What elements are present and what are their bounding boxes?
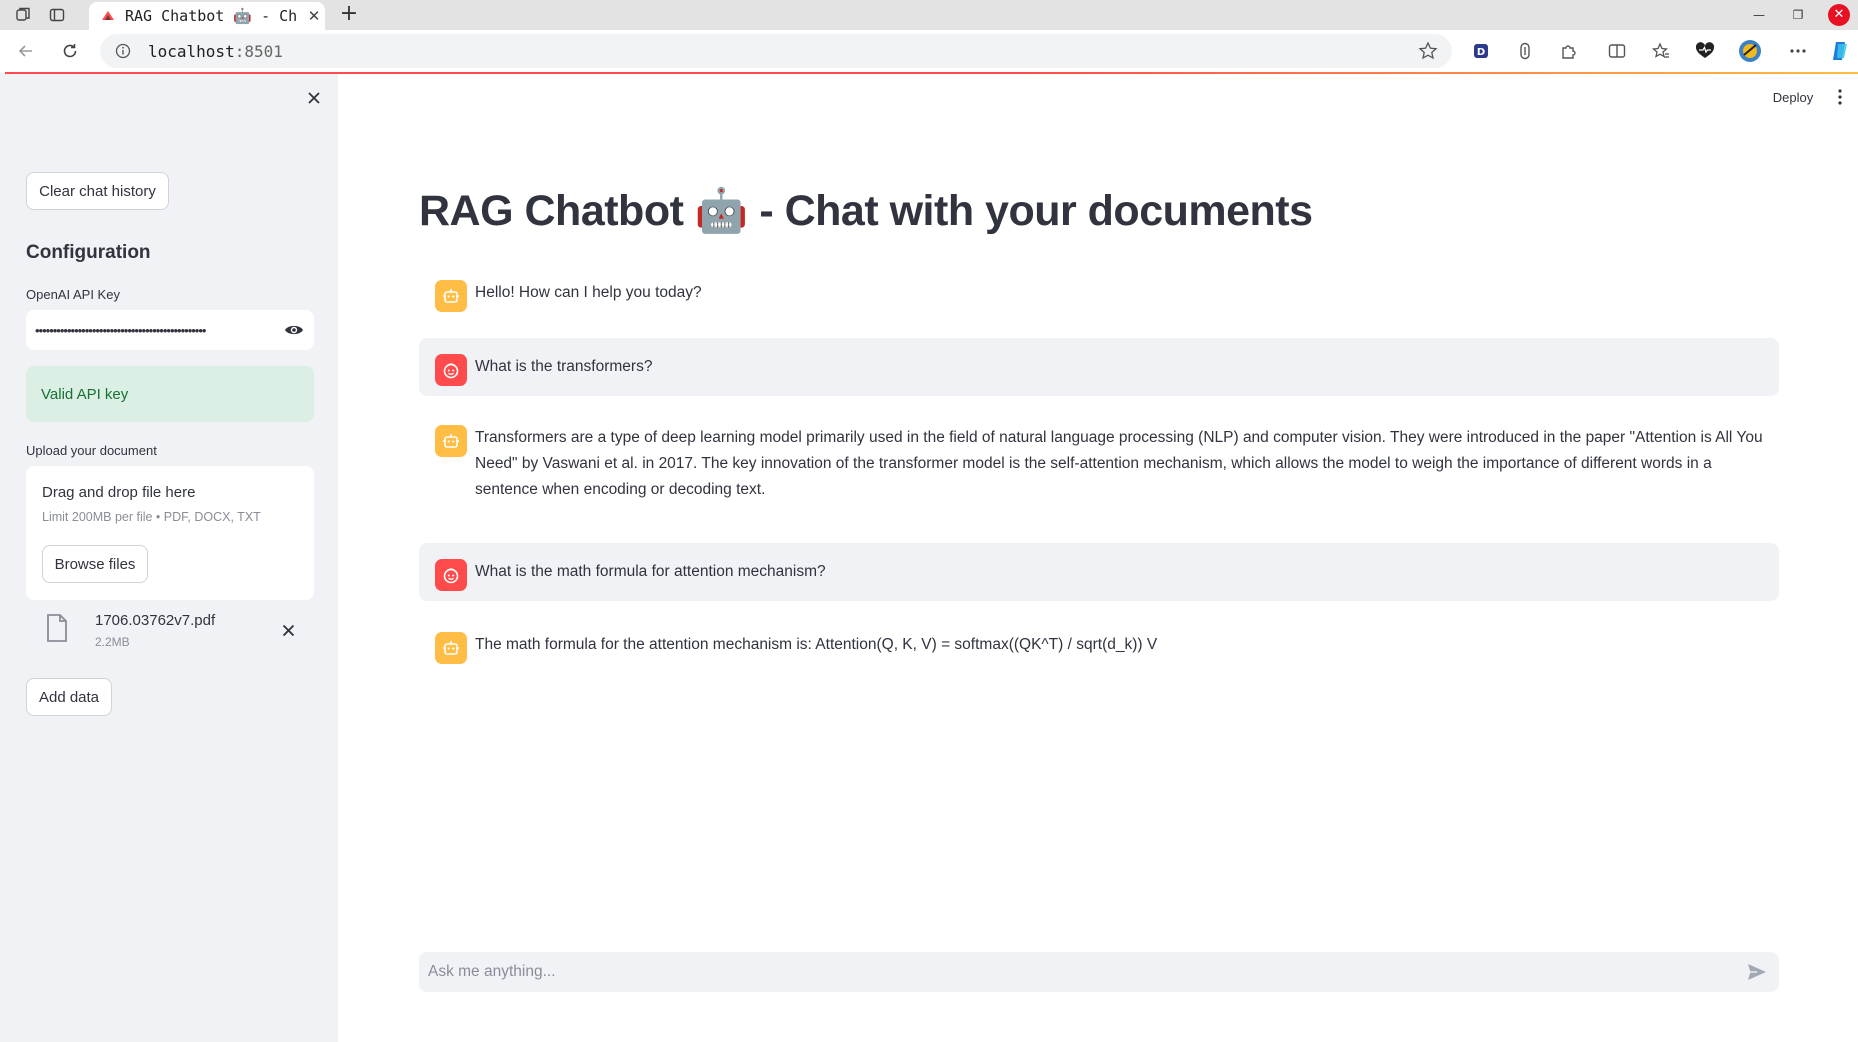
remove-file-icon[interactable] (276, 618, 300, 642)
chat-message-assistant: The math formula for the attention mecha… (419, 616, 1779, 674)
chat-input-container (419, 952, 1779, 992)
main-menu-icon[interactable] (1828, 84, 1852, 110)
browser-tab-active[interactable]: RAG Chatbot 🤖 - Ch ✕ (89, 2, 325, 30)
chat-message-user: What is the math formula for attention m… (419, 543, 1779, 601)
url-host: localhost (148, 41, 235, 61)
message-text: Transformers are a type of deep learning… (475, 429, 1763, 498)
chat-message-assistant: Hello! How can I help you today? (419, 264, 1779, 322)
message-text: Hello! How can I help you today? (475, 284, 702, 301)
assistant-avatar-icon (435, 280, 467, 312)
configuration-heading: Configuration (26, 242, 151, 263)
restore-icon[interactable]: ❐ (1784, 3, 1812, 27)
api-key-input[interactable]: ••••••••••••••••••••••••••••••••••••••••… (26, 310, 314, 350)
add-data-button[interactable]: Add data (26, 678, 112, 716)
sidebar-close-icon[interactable] (304, 88, 324, 108)
user-avatar-icon (435, 354, 467, 386)
streamlit-app: Clear chat history Configuration OpenAI … (0, 74, 1858, 1042)
split-screen-icon[interactable] (1605, 39, 1629, 63)
chat-message-user: What is the transformers? (419, 338, 1779, 396)
assistant-avatar-icon (435, 632, 467, 664)
dropzone-title: Drag and drop file here (42, 484, 196, 501)
tab-actions-icon[interactable] (47, 5, 67, 25)
url-text: localhost:8501 (148, 42, 283, 61)
extensions-puzzle-icon[interactable] (1557, 39, 1581, 63)
file-dropzone[interactable]: Drag and drop file here Limit 200MB per … (26, 466, 314, 600)
deploy-button[interactable]: Deploy (1762, 84, 1824, 110)
user-avatar-icon (435, 559, 467, 591)
address-bar[interactable]: localhost:8501 (100, 34, 1452, 68)
copilot-icon[interactable] (1828, 39, 1852, 63)
sidebar: Clear chat history Configuration OpenAI … (0, 74, 338, 1042)
chat-input[interactable] (428, 963, 1735, 981)
assistant-avatar-icon (435, 425, 467, 457)
browser-essentials-icon[interactable] (1693, 39, 1717, 63)
file-icon (46, 614, 68, 642)
window-close-icon[interactable]: ✕ (1828, 4, 1850, 26)
page-title: RAG Chatbot 🤖 - Chat with your documents (419, 187, 1313, 235)
api-key-masked-value: ••••••••••••••••••••••••••••••••••••••••… (35, 322, 206, 338)
more-options-icon[interactable] (1786, 39, 1810, 63)
reload-icon[interactable] (58, 39, 82, 63)
dropzone-limit: Limit 200MB per file • PDF, DOCX, TXT (42, 510, 261, 524)
success-text: Valid API key (41, 385, 129, 403)
streamlit-favicon-icon (101, 9, 115, 23)
api-key-label: OpenAI API Key (26, 287, 120, 302)
uploaded-file-item: 1706.03762v7.pdf 2.2MB (26, 604, 314, 656)
tab-title: RAG Chatbot 🤖 - Ch (125, 7, 298, 25)
chat-message-assistant: Transformers are a type of deep learning… (419, 409, 1779, 519)
message-text: The math formula for the attention mecha… (475, 636, 1158, 653)
api-key-success-alert: Valid API key (26, 366, 314, 422)
back-icon[interactable] (14, 39, 38, 63)
profile-avatar-icon[interactable] (1738, 39, 1762, 63)
tab-close-icon[interactable]: ✕ (303, 7, 325, 25)
minimize-icon[interactable]: — (1745, 3, 1773, 27)
send-icon[interactable] (1735, 952, 1779, 992)
browse-files-button[interactable]: Browse files (42, 545, 148, 583)
favorites-icon[interactable] (1649, 39, 1673, 63)
new-tab-icon[interactable]: + (336, 2, 362, 28)
extension-shield-icon[interactable] (1513, 39, 1537, 63)
message-text: What is the math formula for attention m… (475, 563, 826, 580)
clear-chat-history-button[interactable]: Clear chat history (26, 172, 169, 210)
url-port: :8501 (234, 41, 283, 61)
upload-label: Upload your document (26, 443, 157, 458)
favorite-star-icon[interactable] (1418, 41, 1438, 61)
file-name: 1706.03762v7.pdf (95, 612, 216, 629)
message-text: What is the transformers? (475, 358, 653, 375)
browser-tab-strip: RAG Chatbot 🤖 - Ch ✕ + — ❐ ✕ (0, 0, 1858, 30)
show-password-icon[interactable] (274, 310, 314, 350)
workspaces-icon[interactable] (13, 5, 33, 25)
file-size: 2.2MB (95, 635, 130, 649)
svg-text:D: D (1477, 47, 1485, 58)
extension-d-icon[interactable]: D (1469, 39, 1493, 63)
main-content: Deploy RAG Chatbot 🤖 - Chat with your do… (338, 74, 1858, 1042)
browser-toolbar: localhost:8501 D (0, 30, 1858, 72)
site-info-icon[interactable] (112, 40, 134, 62)
